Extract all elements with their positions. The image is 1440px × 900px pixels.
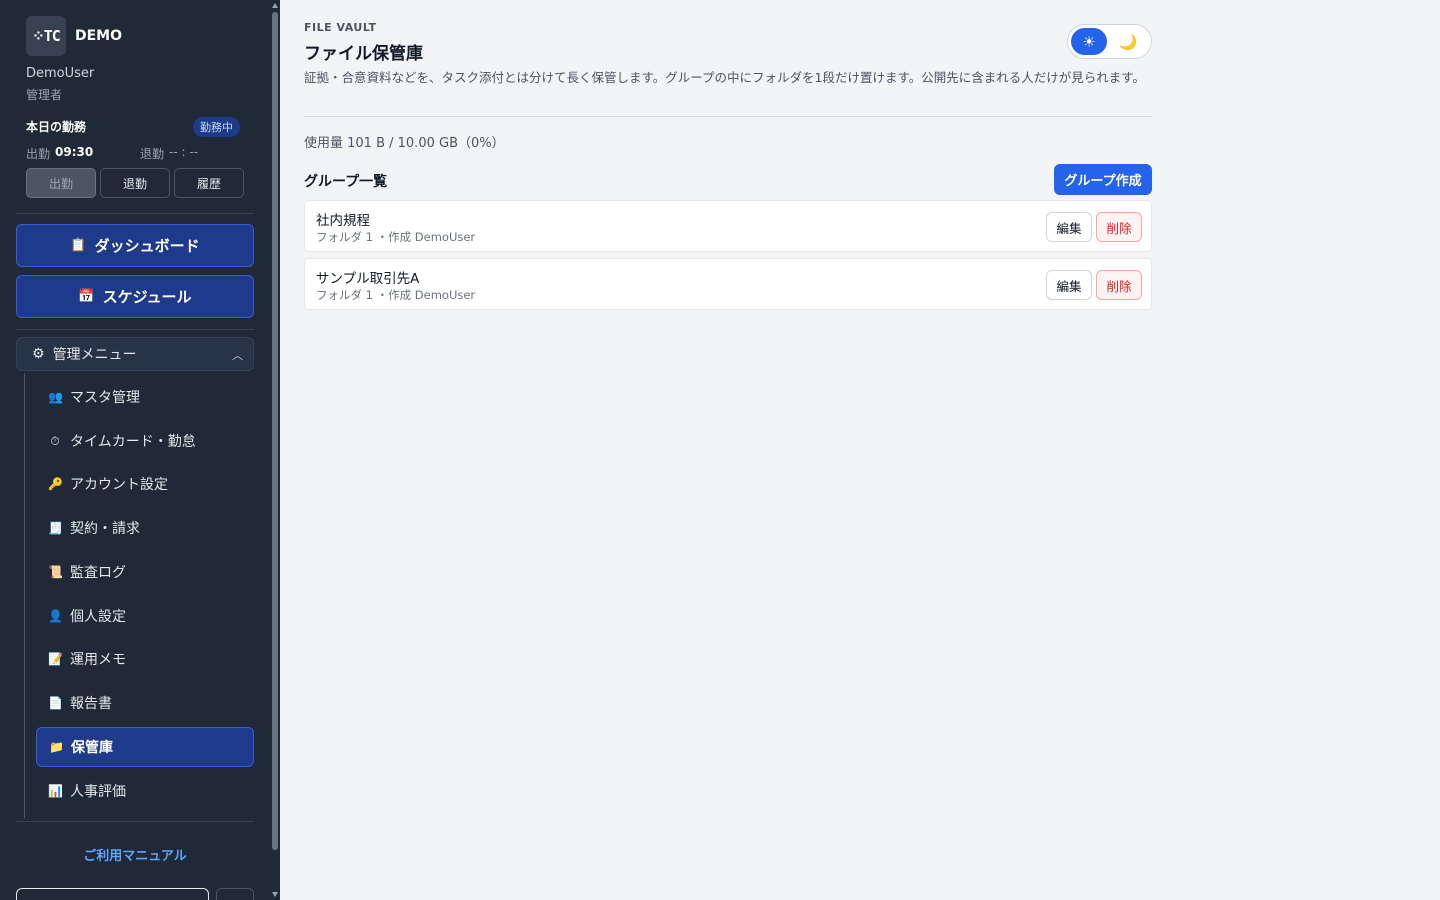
menu-item-personal[interactable]: 👤 個人設定 xyxy=(36,596,254,636)
key-icon: 🔑 xyxy=(48,477,63,491)
menu-item-evaluation[interactable]: 📊 人事評価 xyxy=(36,771,254,811)
edit-group-button[interactable]: 編集 xyxy=(1046,270,1092,300)
menu-item-label: 保管庫 xyxy=(71,740,113,756)
sidebar-bottom-control[interactable] xyxy=(16,888,209,900)
nav-schedule-label: スケジュール xyxy=(102,288,192,306)
nav-schedule[interactable]: 📅 スケジュール xyxy=(16,275,254,318)
nav-dashboard-label: ダッシュボード xyxy=(94,237,200,255)
scroll-up-arrow-icon[interactable] xyxy=(272,3,278,8)
page-eyebrow: FILE VAULT xyxy=(304,21,377,34)
stopwatch-icon: ⏱ xyxy=(50,433,60,448)
menu-item-label: 人事評価 xyxy=(70,784,126,800)
sidebar: ⁘TC DEMO DemoUser 管理者 本日の勤務 勤務中 出勤 09:30… xyxy=(0,0,280,900)
clock-out-label: 退勤 xyxy=(140,147,165,161)
delete-group-button[interactable]: 削除 xyxy=(1096,270,1142,300)
admin-menu-toggle[interactable]: ⚙ 管理メニュー ︿ xyxy=(16,337,254,371)
brand-name: DEMO xyxy=(75,28,123,44)
group-row[interactable]: 社内規程 フォルダ 1 ・作成 DemoUser 編集 削除 xyxy=(304,200,1152,252)
user-role: 管理者 xyxy=(26,88,63,102)
calendar-icon: 📅 xyxy=(78,289,95,304)
sidebar-divider xyxy=(16,821,254,822)
group-name: 社内規程 xyxy=(316,213,370,229)
clock-in-label: 出勤 xyxy=(26,147,51,161)
menu-item-label: 運用メモ xyxy=(70,652,126,668)
menu-item-vault[interactable]: 📁 保管庫 xyxy=(36,727,254,767)
delete-group-button[interactable]: 削除 xyxy=(1096,212,1142,242)
menu-item-ops-memo[interactable]: 📝 運用メモ xyxy=(36,639,254,679)
clipboard-icon: 📋 xyxy=(70,238,87,253)
group-row[interactable]: サンプル取引先A フォルダ 1 ・作成 DemoUser 編集 削除 xyxy=(304,258,1152,310)
menu-item-label: タイムカード・勤怠 xyxy=(70,434,196,450)
header-divider xyxy=(304,116,1152,117)
menu-item-timecard[interactable]: ⏱ タイムカード・勤怠 xyxy=(36,421,254,461)
memo-icon: 📝 xyxy=(48,652,63,666)
create-group-button[interactable]: グループ作成 xyxy=(1054,164,1152,195)
page-title: ファイル保管庫 xyxy=(304,44,423,64)
folder-icon: 📁 xyxy=(49,740,64,754)
clock-in-button[interactable]: 出勤 xyxy=(26,168,96,198)
menu-item-label: 報告書 xyxy=(70,696,112,712)
sidebar-scrollbar[interactable] xyxy=(270,0,280,900)
chevron-up-icon: ︿ xyxy=(232,349,243,362)
page-description: 証拠・合意資料などを、タスク添付とは分けて長く保管します。グループの中にフォルダ… xyxy=(304,70,1145,85)
menu-item-report[interactable]: 📄 報告書 xyxy=(36,683,254,723)
menu-item-master[interactable]: 👥 マスタ管理 xyxy=(36,377,254,417)
theme-toggle[interactable]: ☀ 🌙 xyxy=(1067,24,1152,59)
group-meta: フォルダ 1 ・作成 DemoUser xyxy=(316,288,476,302)
sidebar-bottom-button[interactable] xyxy=(216,888,254,900)
app-logo[interactable]: ⁘TC xyxy=(26,16,66,56)
menu-item-account[interactable]: 🔑 アカウント設定 xyxy=(36,464,254,504)
menu-item-label: 契約・請求 xyxy=(70,521,140,537)
user-name: DemoUser xyxy=(26,66,95,81)
sidebar-divider xyxy=(16,329,254,330)
attendance-status-badge: 勤務中 xyxy=(193,117,240,137)
users-icon: 👥 xyxy=(48,390,63,404)
attendance-history-button[interactable]: 履歴 xyxy=(174,168,244,198)
edit-group-button[interactable]: 編集 xyxy=(1046,212,1092,242)
menu-item-label: アカウント設定 xyxy=(70,477,168,493)
admin-menu-label: 管理メニュー xyxy=(52,347,137,363)
menu-item-audit-log[interactable]: 📜 監査ログ xyxy=(36,552,254,592)
menu-item-label: マスタ管理 xyxy=(70,390,140,406)
group-meta: フォルダ 1 ・作成 DemoUser xyxy=(316,230,476,244)
moon-icon[interactable]: 🌙 xyxy=(1116,30,1140,54)
scrollbar-thumb[interactable] xyxy=(272,12,278,850)
scroll-down-arrow-icon[interactable] xyxy=(272,892,278,897)
storage-usage: 使用量 101 B / 10.00 GB（0%） xyxy=(304,136,505,151)
menu-item-label: 監査ログ xyxy=(70,565,126,581)
manual-link[interactable]: ご利用マニュアル xyxy=(0,845,270,864)
nav-dashboard[interactable]: 📋 ダッシュボード xyxy=(16,224,254,267)
bar-chart-icon: 📊 xyxy=(48,784,63,798)
menu-item-contract[interactable]: 🧾 契約・請求 xyxy=(36,508,254,548)
clock-out-time: -- : -- xyxy=(169,145,198,159)
sun-icon[interactable]: ☀ xyxy=(1071,28,1107,55)
sidebar-divider xyxy=(16,213,254,214)
group-name: サンプル取引先A xyxy=(316,271,420,287)
gear-icon: ⚙ xyxy=(32,346,45,362)
person-icon: 👤 xyxy=(48,609,63,623)
admin-menu-guide-line xyxy=(24,373,25,818)
receipt-icon: 🧾 xyxy=(48,521,63,535)
clock-out-button[interactable]: 退勤 xyxy=(100,168,170,198)
main-content: FILE VAULT ファイル保管庫 証拠・合意資料などを、タスク添付とは分けて… xyxy=(304,0,1152,900)
attendance-title: 本日の勤務 xyxy=(26,120,87,134)
document-icon: 📄 xyxy=(48,696,63,710)
clock-in-time: 09:30 xyxy=(55,145,94,159)
group-list-title: グループ一覧 xyxy=(304,174,388,190)
sidebar-content: ⁘TC DEMO DemoUser 管理者 本日の勤務 勤務中 出勤 09:30… xyxy=(0,0,270,900)
scroll-icon: 📜 xyxy=(48,565,63,579)
menu-item-label: 個人設定 xyxy=(70,609,126,625)
